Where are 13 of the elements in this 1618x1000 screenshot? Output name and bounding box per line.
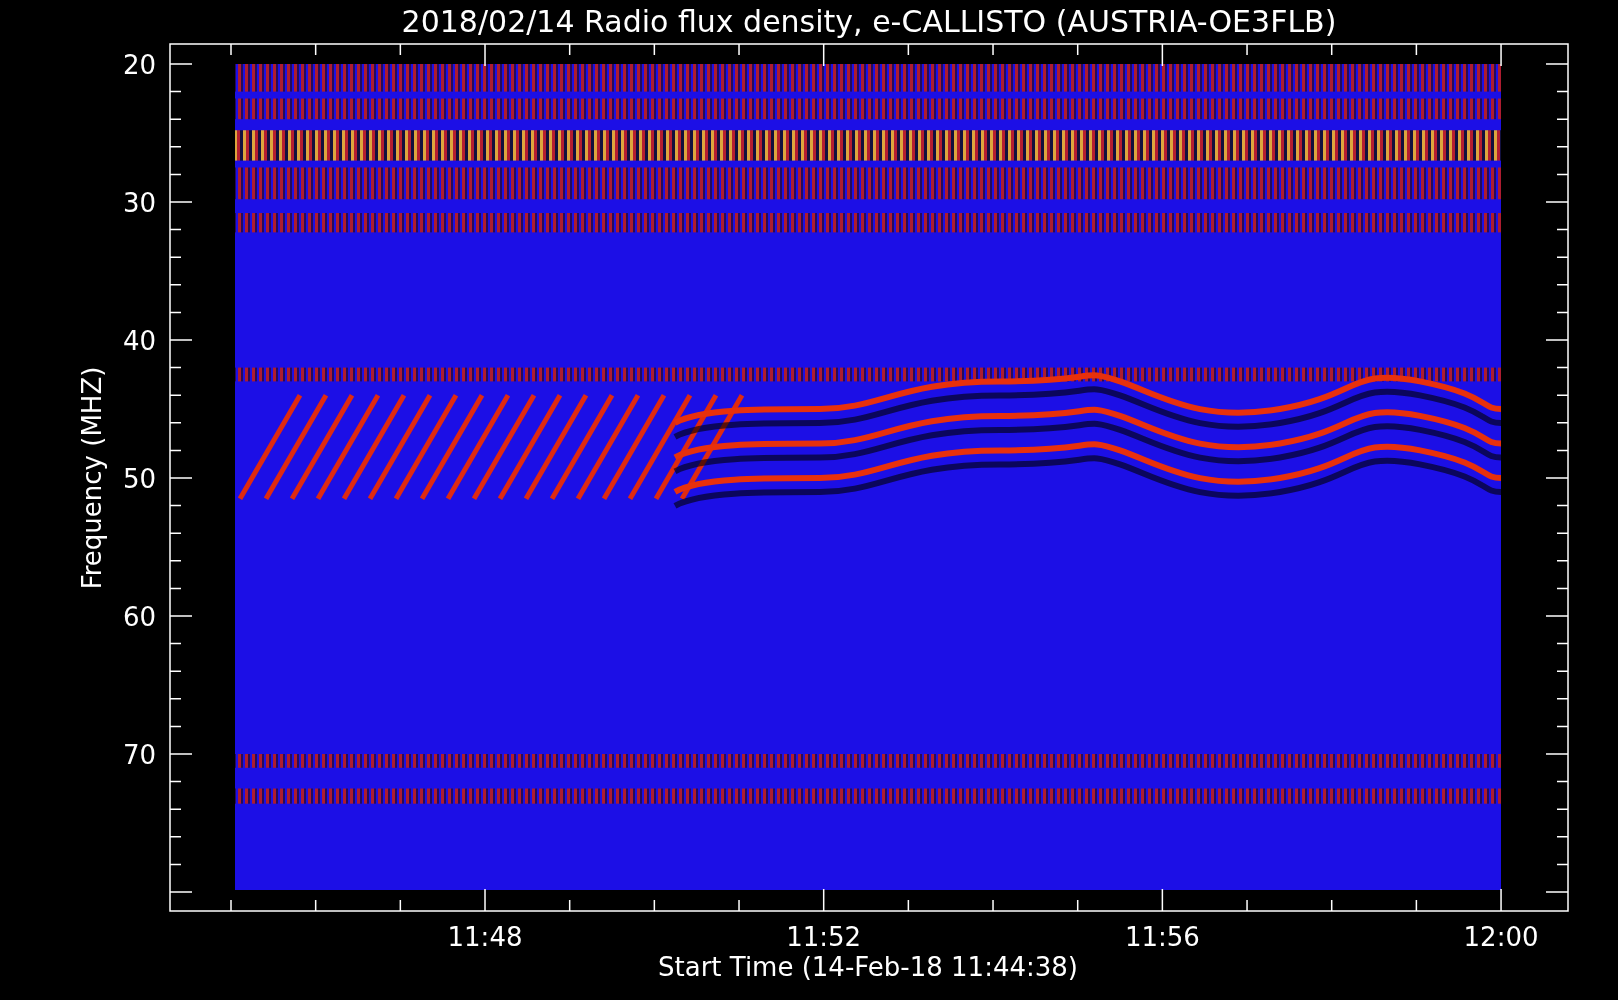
y-tick-label: 30 xyxy=(122,188,156,218)
x-tick-label: 11:52 xyxy=(786,922,862,952)
y-tick-label: 50 xyxy=(122,464,156,494)
x-tick-label: 11:56 xyxy=(1124,922,1200,952)
y-tick-label: 40 xyxy=(122,326,156,356)
x-axis-label: Start Time (14-Feb-18 11:44:38) xyxy=(658,952,1078,982)
x-tick-label: 12:00 xyxy=(1463,922,1539,952)
y-tick-label: 20 xyxy=(122,50,156,80)
y-axis-label: Frequency (MHZ) xyxy=(77,366,107,590)
y-tick-label: 60 xyxy=(122,602,156,632)
y-tick-label: 70 xyxy=(122,740,156,770)
chart-title: 2018/02/14 Radio flux density, e-CALLISTO (AUSTRIA-OE3FLB) xyxy=(401,4,1337,39)
x-tick-label: 11:48 xyxy=(447,922,523,952)
